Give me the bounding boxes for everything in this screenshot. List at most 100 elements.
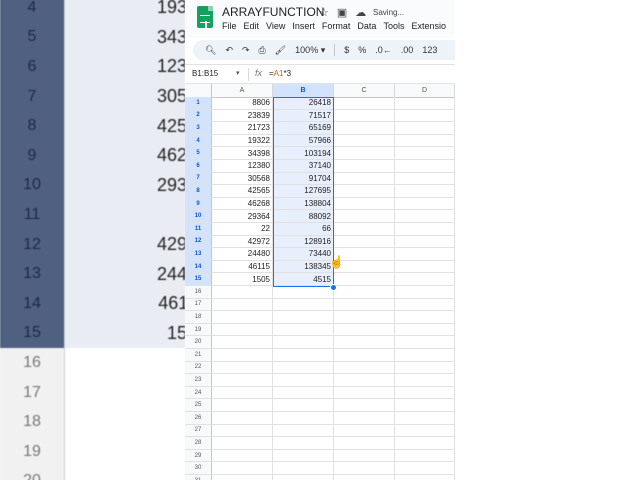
cell-a[interactable] (212, 475, 273, 480)
row-header[interactable]: 12 (185, 235, 212, 249)
sheets-logo-icon[interactable] (197, 6, 213, 29)
cell-d[interactable] (395, 248, 455, 261)
cell-a[interactable]: 12380 (212, 160, 273, 173)
increase-decimal-button[interactable]: .00 (401, 45, 414, 55)
cell-a[interactable] (212, 449, 273, 463)
row-header[interactable]: 24 (185, 386, 212, 400)
cell-a[interactable] (212, 349, 273, 362)
cell-d[interactable] (395, 122, 455, 135)
cell-c[interactable] (334, 437, 395, 450)
cell-b[interactable] (273, 336, 334, 349)
cell-c[interactable] (334, 349, 395, 362)
cell-d[interactable] (395, 223, 455, 236)
cell-b[interactable]: 103194 (273, 147, 334, 160)
cell-d[interactable] (395, 386, 455, 400)
cell-c[interactable] (334, 273, 395, 286)
cell-d[interactable] (395, 298, 455, 312)
cell-b[interactable]: 128916 (273, 235, 334, 249)
cell-c[interactable] (334, 197, 395, 211)
cell-d[interactable] (395, 424, 455, 438)
cell-c[interactable] (334, 223, 395, 236)
row-header[interactable]: 20 (185, 336, 212, 349)
row-header[interactable]: 14 (185, 260, 212, 274)
cell-c[interactable] (334, 412, 395, 425)
row-header[interactable]: 15 (185, 273, 212, 286)
row-header[interactable]: 30 (185, 462, 212, 475)
name-box[interactable]: B1:B15 (192, 69, 218, 78)
cell-b[interactable]: 4515 (273, 273, 334, 286)
cell-b[interactable] (273, 349, 334, 362)
cell-c[interactable] (334, 172, 395, 186)
cell-d[interactable] (395, 323, 455, 337)
row-header[interactable]: 23 (185, 374, 212, 387)
row-header[interactable]: 2 (185, 109, 212, 123)
cell-b[interactable] (273, 475, 334, 480)
cell-a[interactable] (212, 323, 273, 337)
cell-c[interactable] (334, 361, 395, 375)
menu-insert[interactable]: Insert (292, 21, 315, 31)
row-header[interactable]: 13 (185, 248, 212, 261)
row-header[interactable]: 25 (185, 399, 212, 412)
cell-d[interactable] (395, 449, 455, 463)
cell-a[interactable] (212, 311, 273, 324)
cell-c[interactable] (334, 386, 395, 400)
cell-a[interactable] (212, 361, 273, 375)
row-header[interactable]: 31 (185, 475, 212, 480)
cell-a[interactable]: 21723 (212, 122, 273, 135)
row-header[interactable]: 1 (185, 97, 212, 110)
cell-b[interactable] (273, 462, 334, 475)
cell-b[interactable] (273, 412, 334, 425)
cell-b[interactable]: 127695 (273, 185, 334, 198)
cell-a[interactable] (212, 386, 273, 400)
percent-format-button[interactable]: % (358, 45, 366, 55)
cell-c[interactable] (334, 286, 395, 299)
cell-d[interactable] (395, 311, 455, 324)
cell-a[interactable]: 24480 (212, 248, 273, 261)
row-header[interactable]: 3 (185, 122, 212, 135)
cell-d[interactable] (395, 349, 455, 362)
menu-tools[interactable]: Tools (383, 21, 404, 31)
cell-b[interactable]: 91704 (273, 172, 334, 186)
cell-b[interactable] (273, 298, 334, 312)
cell-b[interactable]: 138345 (273, 260, 334, 274)
column-header-d[interactable]: D (395, 84, 455, 97)
cell-b[interactable] (273, 311, 334, 324)
cell-a[interactable]: 46115 (212, 260, 273, 274)
cell-b[interactable]: 66 (273, 223, 334, 236)
cell-d[interactable] (395, 260, 455, 274)
cell-a[interactable]: 42565 (212, 185, 273, 198)
cell-b[interactable] (273, 386, 334, 400)
cell-d[interactable] (395, 185, 455, 198)
undo-icon[interactable]: ↶ (225, 45, 233, 56)
move-folder-icon[interactable]: ▣ (337, 6, 347, 19)
cell-c[interactable] (334, 323, 395, 337)
cell-a[interactable]: 8806 (212, 97, 273, 110)
cell-c[interactable] (334, 185, 395, 198)
cell-b[interactable] (273, 374, 334, 387)
redo-icon[interactable]: ↷ (242, 45, 250, 56)
cell-a[interactable] (212, 374, 273, 387)
cell-d[interactable] (395, 134, 455, 148)
cell-d[interactable] (395, 197, 455, 211)
menu-format[interactable]: Format (322, 21, 351, 31)
row-header[interactable]: 9 (185, 197, 212, 211)
row-header[interactable]: 5 (185, 147, 212, 160)
cell-a[interactable]: 1505 (212, 273, 273, 286)
cell-d[interactable] (395, 160, 455, 173)
cell-d[interactable] (395, 97, 455, 110)
cell-a[interactable] (212, 399, 273, 412)
spreadsheet-grid[interactable]: A B C D 1 8806 26418 2 23839 71517 3 21723 65169… (185, 84, 455, 480)
cell-b[interactable]: 88092 (273, 210, 334, 223)
cell-b[interactable] (273, 286, 334, 299)
cell-a[interactable] (212, 437, 273, 450)
cell-c[interactable] (334, 235, 395, 249)
column-header-c[interactable]: C (334, 84, 395, 97)
cell-a[interactable]: 34398 (212, 147, 273, 160)
cell-c[interactable] (334, 298, 395, 312)
row-header[interactable]: 17 (185, 298, 212, 312)
cell-c[interactable] (334, 424, 395, 438)
formula-input[interactable]: =A1*3 (269, 69, 291, 78)
cell-b[interactable]: 71517 (273, 109, 334, 123)
row-header[interactable]: 7 (185, 172, 212, 186)
cell-a[interactable] (212, 336, 273, 349)
